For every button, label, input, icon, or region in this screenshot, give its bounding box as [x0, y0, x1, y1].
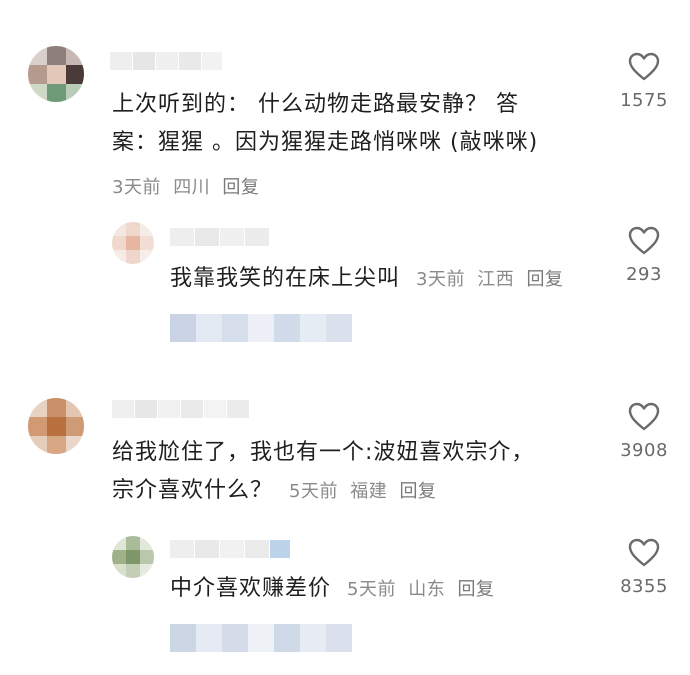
reply-button[interactable]: 回复 [222, 177, 259, 198]
comment-location: 四川 [173, 177, 211, 198]
comment-time: 5天前 [347, 579, 396, 600]
comment-text-line: 上次听到的： 什么动物走路最安静？ 答 [112, 92, 519, 117]
comment-text: 上次听到的： 什么动物走路最安静？ 答 案：猩猩 。因为猩猩走路悄咪咪 (敲咪咪… [112, 86, 602, 162]
like-count: 293 [626, 264, 662, 285]
reply-text-body: 中介喜欢赚差价 [170, 576, 332, 601]
comment-location: 江西 [477, 269, 515, 290]
comment-text-line: 案：猩猩 。因为猩猩走路悄咪咪 (敲咪咪) [112, 130, 539, 155]
comment-time: 5天前 [289, 481, 338, 502]
heart-outline-icon [628, 538, 660, 567]
username-blurred[interactable] [170, 228, 270, 246]
comment-meta: 5天前 山东 回复 [347, 579, 500, 600]
comment-text-line: 宗介喜欢什么？ [112, 478, 274, 503]
comment-text: 给我尬住了，我也有一个:波妞喜欢宗介， 宗介喜欢什么？ 5天前 福建 回复 [112, 434, 602, 511]
like-count: 8355 [620, 576, 668, 597]
like-button[interactable]: 293 [609, 226, 679, 285]
comment-time: 3天前 [416, 269, 465, 290]
reply-text: 中介喜欢赚差价 5天前 山东 回复 [170, 570, 610, 609]
avatar[interactable] [28, 398, 84, 454]
reply-button[interactable]: 回复 [526, 269, 563, 290]
comment-meta: 3天前 四川 回复 [112, 173, 265, 199]
like-button[interactable]: 3908 [609, 402, 679, 461]
reply-item: 我靠我笑的在床上尖叫 3天前 江西 回复 293 [0, 210, 690, 370]
reply-item: 中介喜欢赚差价 5天前 山东 回复 8355 [0, 520, 690, 675]
comment-text-line: 给我尬住了，我也有一个:波妞喜欢宗介， [112, 440, 535, 465]
avatar[interactable] [28, 46, 84, 102]
username-blurred[interactable] [110, 52, 223, 70]
comment-item: 上次听到的： 什么动物走路最安静？ 答 案：猩猩 。因为猩猩走路悄咪咪 (敲咪咪… [0, 0, 690, 210]
heart-outline-icon [628, 226, 660, 255]
comment-location: 福建 [350, 481, 388, 502]
expand-replies-blurred[interactable] [170, 624, 352, 652]
reply-text-body: 我靠我笑的在床上尖叫 [170, 266, 401, 291]
heart-outline-icon [628, 402, 660, 431]
comment-time: 3天前 [112, 177, 161, 198]
comment-meta: 3天前 江西 回复 [416, 269, 569, 290]
avatar[interactable] [112, 536, 154, 578]
like-count: 1575 [620, 90, 668, 111]
comment-location: 山东 [408, 579, 446, 600]
expand-replies-blurred[interactable] [170, 314, 352, 342]
username-blurred[interactable] [112, 400, 250, 418]
comment-meta: 5天前 福建 回复 [289, 481, 442, 502]
reply-button[interactable]: 回复 [399, 481, 436, 502]
reply-text: 我靠我笑的在床上尖叫 3天前 江西 回复 [170, 260, 610, 299]
heart-outline-icon [628, 52, 660, 81]
comment-item: 给我尬住了，我也有一个:波妞喜欢宗介， 宗介喜欢什么？ 5天前 福建 回复 39… [0, 370, 690, 520]
like-button[interactable]: 1575 [609, 52, 679, 111]
like-count: 3908 [620, 440, 668, 461]
reply-button[interactable]: 回复 [457, 579, 494, 600]
avatar[interactable] [112, 222, 154, 264]
like-button[interactable]: 8355 [609, 538, 679, 597]
username-blurred[interactable] [170, 540, 291, 558]
